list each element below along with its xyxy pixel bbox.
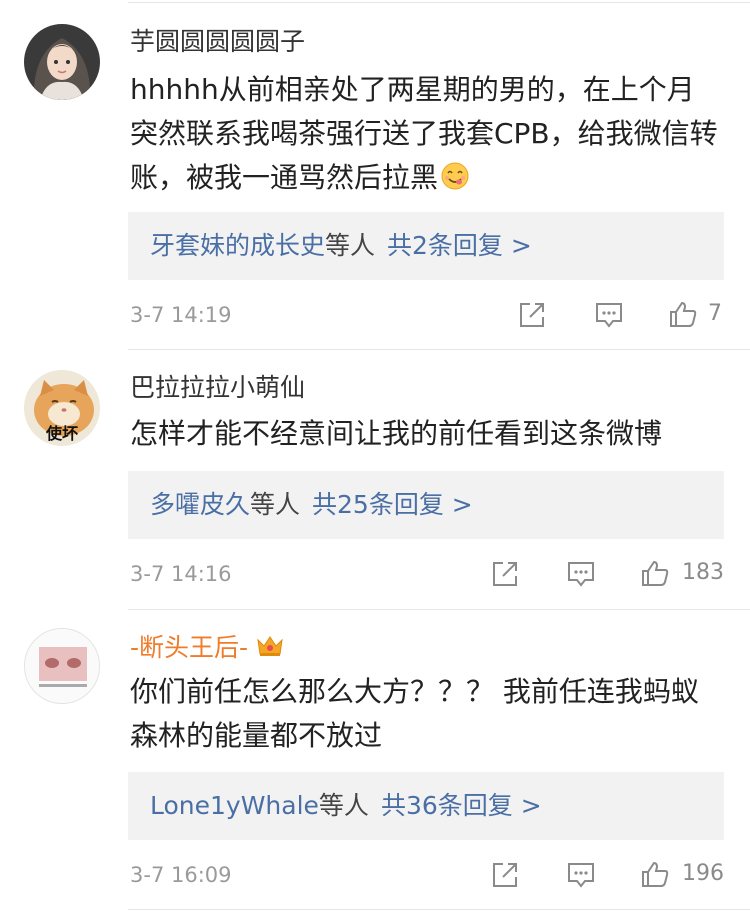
reply-suffix: 等人 (318, 791, 369, 820)
reply-summary[interactable]: 多嚯皮久等人 共25条回复 > (128, 471, 724, 539)
timestamp: 3-7 16:09 (130, 863, 232, 887)
reply-names[interactable]: 多嚯皮久 (150, 490, 250, 519)
comment-text: 怎样才能不经意间让我的前任看到这条微博 (130, 417, 663, 450)
reply-suffix: 等人 (250, 490, 301, 519)
like-icon[interactable] (640, 859, 670, 889)
crown-icon (257, 636, 283, 656)
reply-summary[interactable]: 牙套妹的成长史等人 共2条回复 > (128, 212, 724, 280)
share-icon[interactable] (490, 559, 520, 589)
comment-text: hhhhh从前相亲处了两星期的男的，在上个月突然联系我喝茶强行送了我套CPB，给… (130, 68, 720, 200)
reply-summary[interactable]: Lone1yWhale等人 共36条回复 > (128, 772, 724, 840)
reply-names[interactable]: Lone1yWhale (150, 791, 319, 820)
comment-text: 你们前任怎么那么大方？？？ 我前任连我蚂蚁森林的能量都不放过 (130, 675, 699, 752)
avatar-caption: 使坏 (45, 424, 78, 443)
comment-icon[interactable] (566, 860, 596, 890)
reply-suffix: 等人 (325, 231, 376, 260)
share-icon[interactable] (490, 860, 520, 890)
divider (128, 909, 750, 910)
avatar[interactable]: 使坏 (24, 370, 100, 446)
like-icon[interactable] (668, 299, 698, 329)
comment-icon[interactable] (594, 300, 624, 330)
timestamp: 3-7 14:19 (130, 303, 232, 327)
like-count: 183 (682, 560, 724, 585)
reply-count-link[interactable]: 共36条回复 > (381, 791, 542, 820)
timestamp: 3-7 14:16 (130, 562, 232, 586)
comment-item: 芋圆圆圆圆圆子 hhhhh从前相亲处了两星期的男的，在上个月突然联系我喝茶强行送… (0, 0, 750, 348)
username-text[interactable]: -断头王后- (130, 633, 248, 662)
divider (128, 609, 750, 610)
avatar[interactable] (24, 24, 100, 100)
username[interactable]: 芋圆圆圆圆圆子 (130, 26, 305, 58)
like-icon[interactable] (640, 558, 670, 588)
reply-names[interactable]: 牙套妹的成长史 (150, 231, 325, 260)
yummy-face-emoji (441, 162, 469, 190)
avatar[interactable] (24, 628, 100, 704)
like-count: 196 (682, 861, 724, 886)
comment-icon[interactable] (566, 559, 596, 589)
username[interactable]: 巴拉拉拉小萌仙 (130, 372, 305, 404)
comment-body: hhhhh从前相亲处了两星期的男的，在上个月突然联系我喝茶强行送了我套CPB，给… (130, 73, 718, 194)
divider (128, 349, 750, 350)
like-count: 7 (708, 301, 722, 326)
reply-count-link[interactable]: 共2条回复 > (387, 231, 532, 260)
reply-count-link[interactable]: 共25条回复 > (312, 490, 473, 519)
share-icon[interactable] (517, 300, 547, 330)
username[interactable]: -断头王后- (130, 632, 284, 664)
